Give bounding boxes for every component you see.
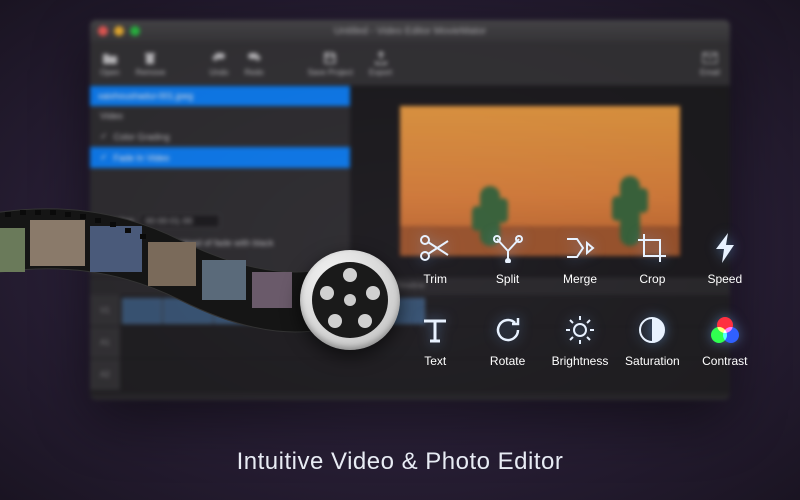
redo-button[interactable]: Redo: [245, 50, 264, 77]
redo-icon: [245, 50, 263, 66]
tagline: Intuitive Video & Photo Editor: [0, 448, 800, 476]
mail-icon: [701, 50, 719, 66]
panel-tab[interactable]: xaixhoushadui-001.jpeg: [90, 86, 350, 106]
crop-icon: [634, 230, 670, 266]
feature-crop: Crop: [617, 230, 687, 286]
effect-item-fade-in[interactable]: ✓Fade In Video: [90, 147, 350, 168]
feature-grid: Trim Split Merge Crop Speed Text: [400, 230, 760, 368]
feature-merge: Merge: [545, 230, 615, 286]
merge-icon: [562, 230, 598, 266]
duration-row: Duration: [90, 208, 350, 234]
titlebar: Untitled - Video Editor MovieMator: [90, 20, 730, 42]
folder-icon: [101, 50, 119, 66]
film-reel-icon: [300, 250, 400, 350]
clip[interactable]: [214, 298, 259, 324]
trash-icon: [141, 50, 159, 66]
feature-text: Text: [400, 312, 470, 368]
feature-saturation: Saturation: [617, 312, 687, 368]
properties-panel: xaixhoushadui-001.jpeg Video ✓Color Grad…: [90, 86, 350, 276]
toolbar: Open Remove Undo Redo Save Project Expor…: [90, 42, 730, 86]
remove-button[interactable]: Remove: [136, 50, 166, 77]
split-icon: [490, 230, 526, 266]
open-button[interactable]: Open: [100, 50, 120, 77]
feature-trim: Trim: [400, 230, 470, 286]
feature-contrast: Contrast: [690, 312, 760, 368]
clip[interactable]: [122, 298, 162, 324]
export-icon: [372, 50, 390, 66]
lightning-icon: [707, 230, 743, 266]
export-button[interactable]: Export: [369, 50, 392, 77]
feature-speed: Speed: [690, 230, 760, 286]
duration-input[interactable]: [140, 214, 220, 228]
panel-section-label: Video: [90, 106, 350, 126]
undo-button[interactable]: Undo: [209, 50, 228, 77]
scissors-icon: [417, 230, 453, 266]
clip[interactable]: [163, 298, 213, 324]
brightness-icon: [562, 312, 598, 348]
checkbox-icon[interactable]: [100, 238, 110, 248]
duration-label: Duration: [100, 216, 134, 226]
save-icon: [321, 50, 339, 66]
window-title: Untitled - Video Editor MovieMator: [90, 26, 730, 37]
saturation-icon: [634, 312, 670, 348]
feature-brightness: Brightness: [545, 312, 615, 368]
feature-rotate: Rotate: [472, 312, 542, 368]
text-icon: [417, 312, 453, 348]
email-button[interactable]: Email: [700, 50, 720, 77]
feature-split: Split: [472, 230, 542, 286]
rotate-icon: [490, 312, 526, 348]
contrast-icon: [707, 312, 743, 348]
effect-item-color-grading[interactable]: ✓Color Grading: [90, 126, 350, 147]
undo-icon: [210, 50, 228, 66]
save-project-button[interactable]: Save Project: [308, 50, 353, 77]
